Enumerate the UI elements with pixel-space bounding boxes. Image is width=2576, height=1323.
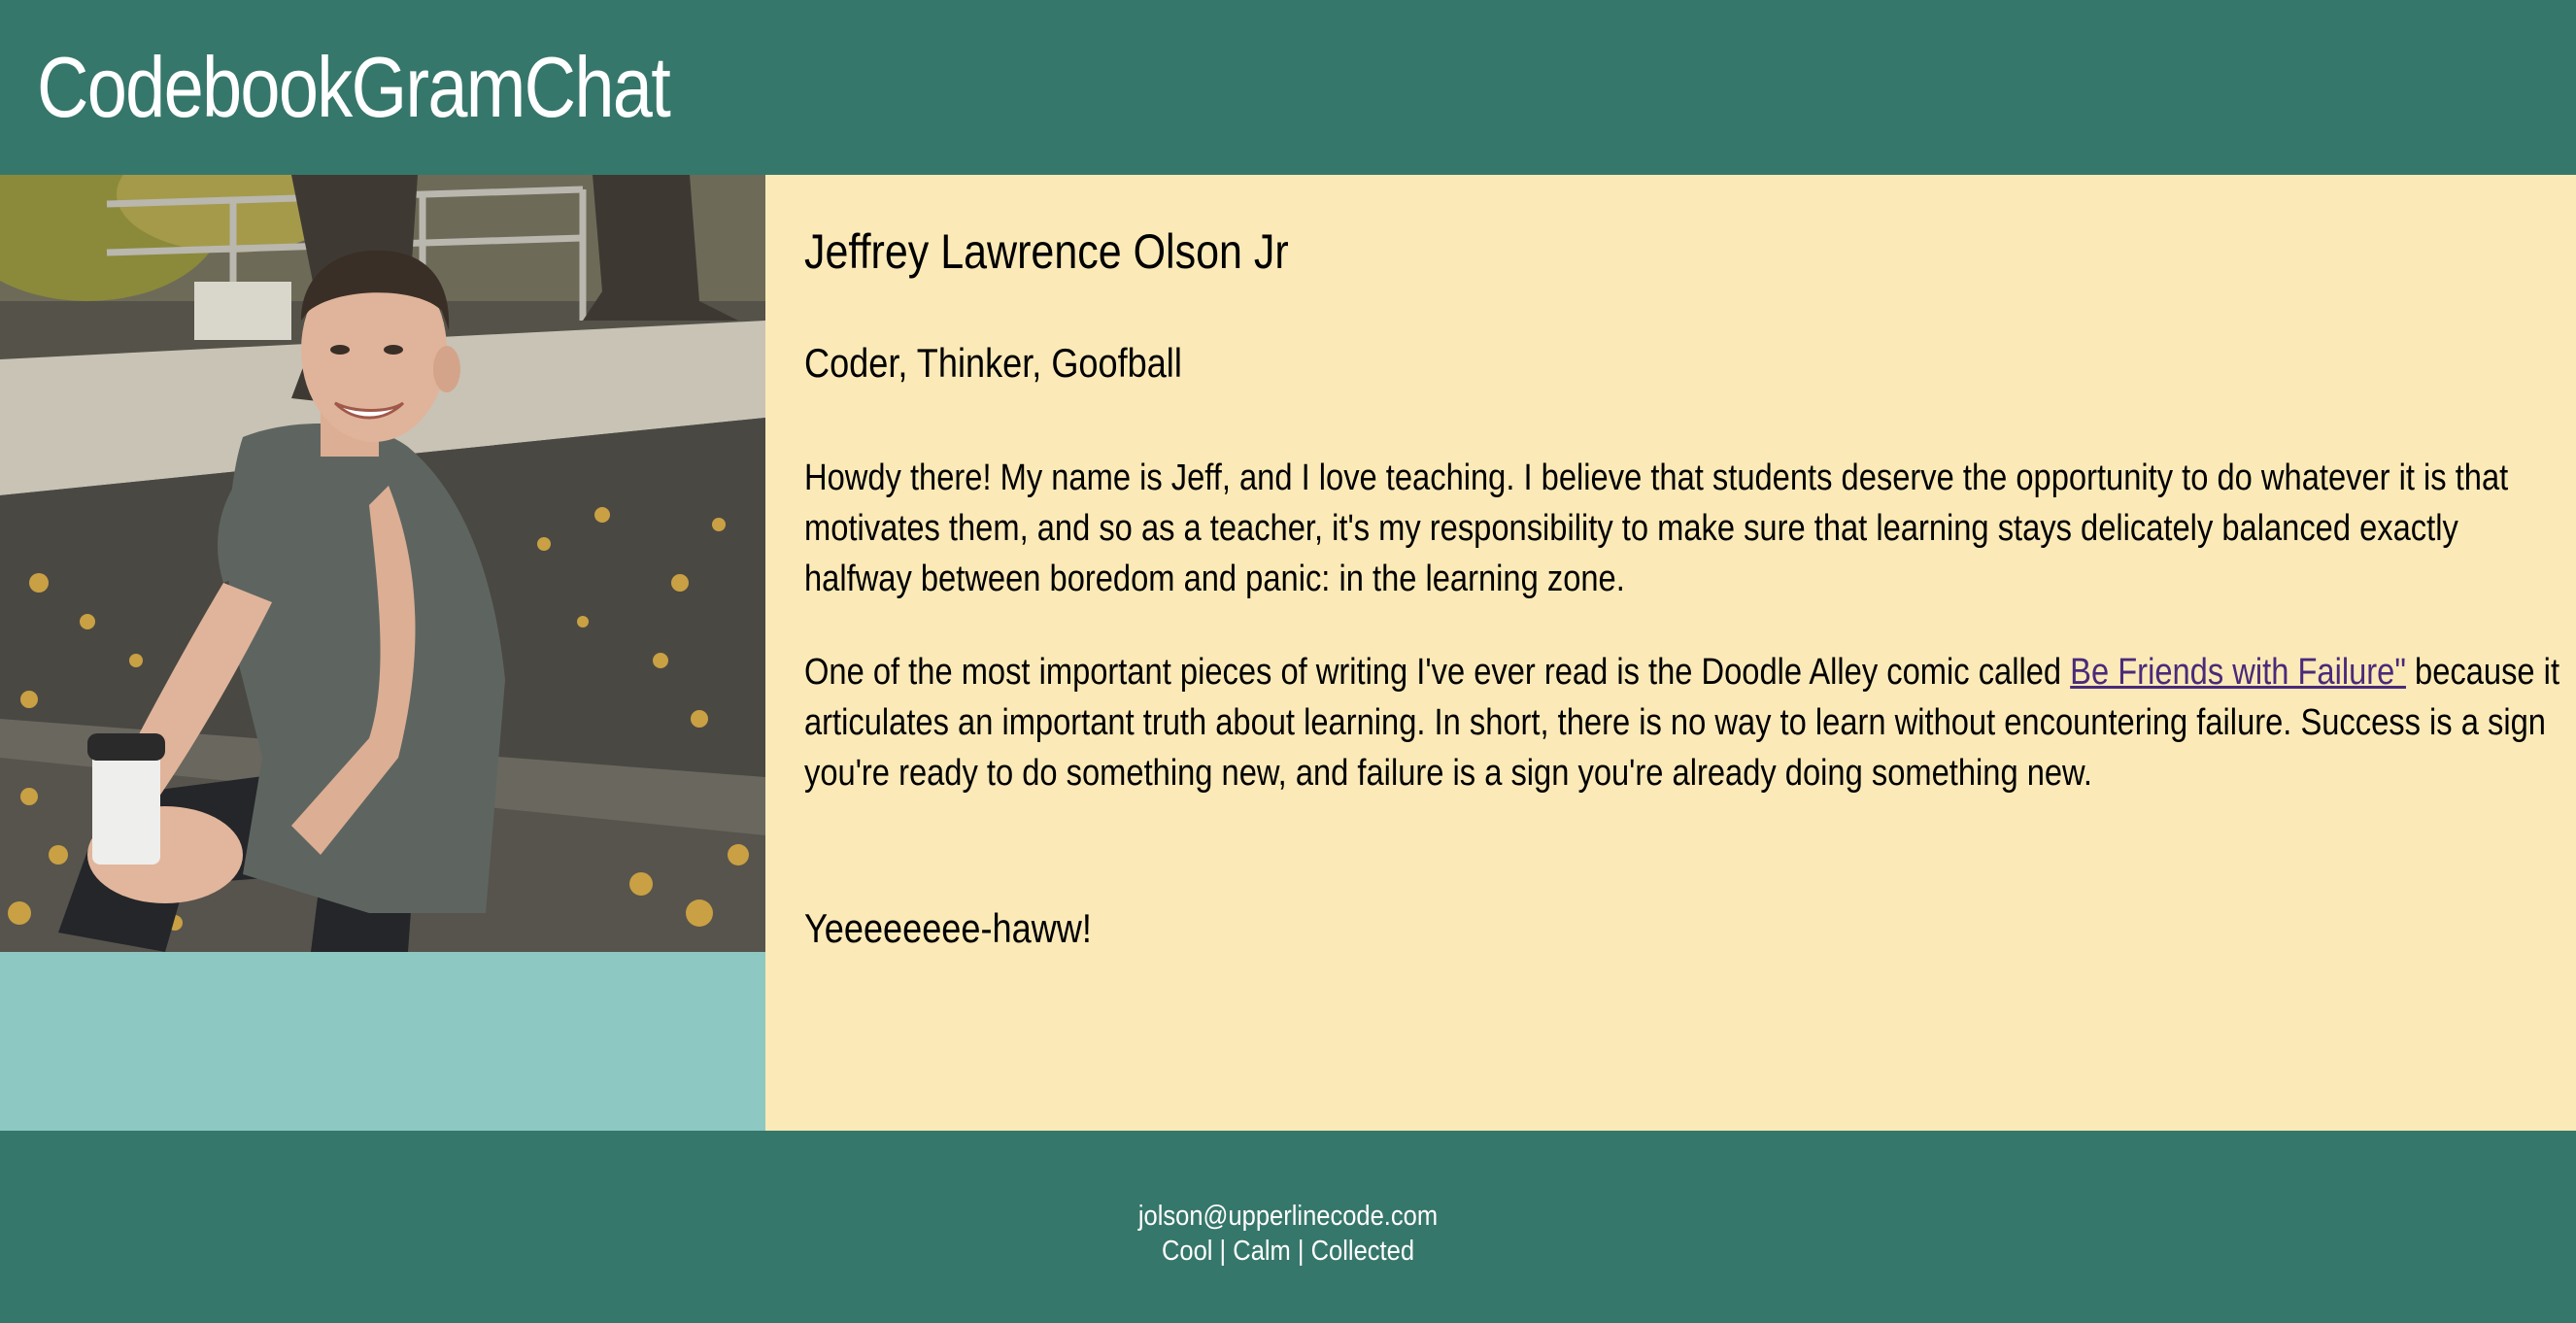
bio-paragraph: Howdy there! My name is Jeff, and I love…	[804, 458, 2509, 599]
sidebar	[0, 175, 765, 1131]
bio-paragraph-2: One of the most important pieces of writ…	[804, 647, 2567, 798]
profile-photo	[0, 175, 765, 952]
site-header: CodebookGramChat	[0, 0, 2576, 175]
profile-content: Jeffrey Lawrence Olson Jr Coder, Thinker…	[765, 175, 2576, 1131]
site-title: CodebookGramChat	[37, 39, 671, 135]
footer-motto: Cool | Calm | Collected	[1161, 1236, 1415, 1267]
profile-tagline: Coder, Thinker, Goofball	[804, 340, 1182, 386]
footer-email: jolson@upperlinecode.com	[1137, 1201, 1439, 1232]
site-footer: jolson@upperlinecode.com Cool | Calm | C…	[0, 1131, 2576, 1323]
profile-name: Jeffrey Lawrence Olson Jr	[804, 224, 1289, 279]
signoff: Yeeeeeeee-haww!	[804, 905, 1092, 951]
be-friends-with-failure-link[interactable]: Be Friends with Failure"	[2070, 652, 2406, 693]
profile-photo-image	[0, 175, 765, 952]
bio-text-before-link: One of the most important pieces of writ…	[804, 652, 2071, 693]
